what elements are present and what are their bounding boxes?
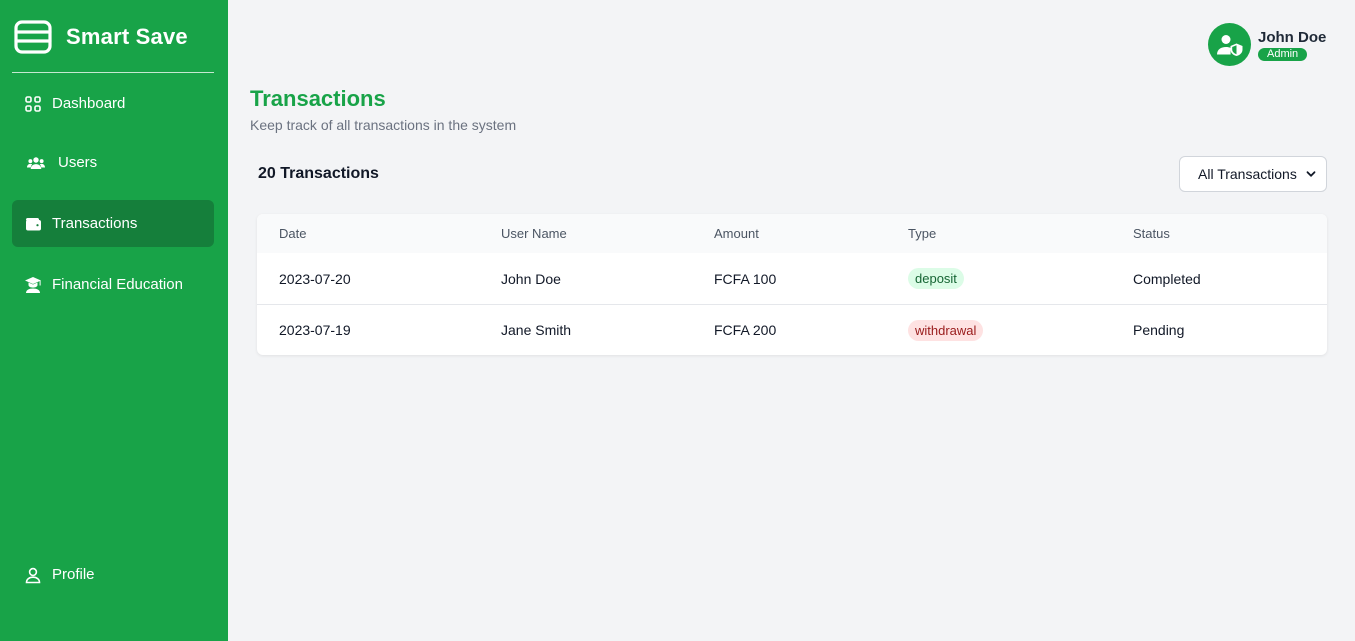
filter-selected-value: All Transactions (1198, 166, 1297, 182)
graduation-icon (24, 276, 42, 294)
grid-icon (24, 95, 42, 113)
cell-status: Pending (1133, 322, 1185, 338)
table-row[interactable]: 2023-07-20 John Doe FCFA 100 deposit Com… (257, 253, 1327, 304)
column-header-user-name[interactable]: User Name (501, 214, 567, 253)
sidebar-item-label: Users (58, 154, 98, 171)
transactions-table: Date User Name Amount Type Status 2023-0… (257, 214, 1327, 355)
users-icon (24, 154, 48, 172)
column-header-amount[interactable]: Amount (714, 214, 759, 253)
sidebar-item-label: Dashboard (52, 95, 126, 112)
cell-amount: FCFA 100 (714, 270, 777, 287)
brand-divider (12, 72, 214, 73)
avatar[interactable] (1208, 23, 1251, 66)
sidebar-item-dashboard[interactable]: Dashboard (12, 80, 214, 127)
table-row[interactable]: 2023-07-19 Jane Smith FCFA 200 withdrawa… (257, 304, 1327, 355)
brand-name: Smart Save (66, 24, 188, 49)
cell-amount: FCFA 200 (714, 322, 777, 338)
sidebar-item-label: Profile (52, 566, 95, 583)
user-icon (24, 566, 42, 584)
transaction-count: 20 Transactions (258, 165, 379, 182)
sidebar-item-label: Financial Education (52, 276, 183, 293)
cell-user-name: John Doe (501, 270, 561, 287)
transaction-filter-select[interactable]: All Transactions (1179, 156, 1327, 192)
column-header-status[interactable]: Status (1133, 214, 1170, 253)
cell-user-name: Jane Smith (501, 322, 572, 338)
sidebar-item-transactions[interactable]: Transactions (12, 200, 214, 247)
user-shield-icon (1216, 34, 1242, 56)
card-stack-icon (14, 20, 52, 54)
page-title: Transactions (250, 86, 386, 111)
chevron-down-icon (1306, 171, 1316, 177)
page-subtitle: Keep track of all transactions in the sy… (250, 117, 517, 133)
brand[interactable]: Smart Save (14, 20, 188, 54)
sidebar: Smart Save Dashboard Users Transactions … (0, 0, 228, 641)
sidebar-item-financial-education[interactable]: Financial Education (12, 261, 214, 308)
sidebar-item-label: Transactions (52, 215, 138, 232)
column-header-date[interactable]: Date (279, 214, 306, 253)
cell-date: 2023-07-19 (279, 322, 351, 338)
cell-date: 2023-07-20 (279, 270, 351, 287)
sidebar-item-users[interactable]: Users (12, 139, 214, 186)
type-badge: withdrawal (908, 319, 984, 341)
user-menu[interactable]: John Doe Admin (1208, 23, 1326, 66)
table-header: Date User Name Amount Type Status (257, 214, 1327, 253)
type-badge: deposit (908, 268, 964, 289)
sidebar-item-profile[interactable]: Profile (12, 551, 214, 598)
column-header-type[interactable]: Type (908, 214, 936, 253)
user-name: John Doe (1258, 28, 1327, 46)
cell-status: Completed (1133, 270, 1201, 287)
role-badge: Admin (1258, 47, 1308, 61)
wallet-icon (24, 215, 42, 233)
